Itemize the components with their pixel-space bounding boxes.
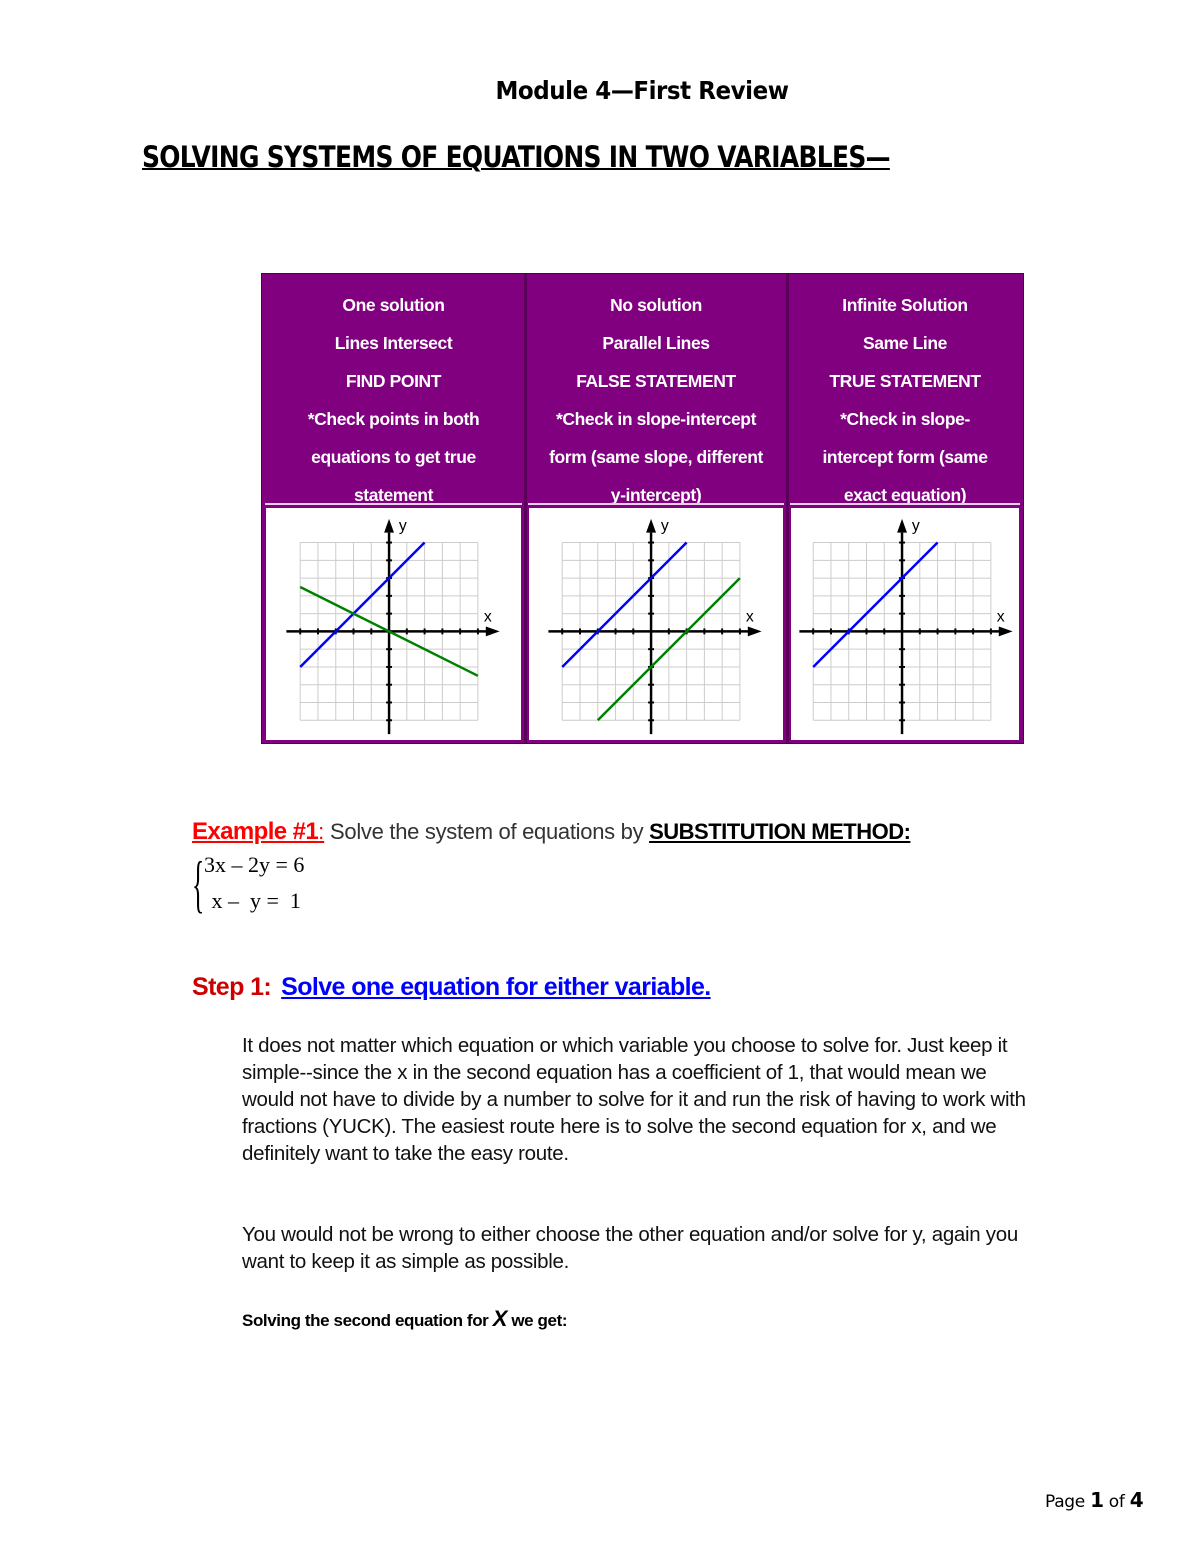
page-total: 4: [1129, 1488, 1144, 1512]
header-rule: [790, 503, 1020, 505]
paragraph-2: You would not be wrong to either choose …: [242, 1223, 1018, 1273]
x-axis-arrow: [998, 626, 1013, 637]
solving-after: we get:: [507, 1311, 568, 1330]
case-line: *Check in slope-intercept: [555, 409, 757, 429]
case-line: TRUE STATEMENT: [829, 371, 981, 391]
case-line: *Check in slope-: [840, 409, 970, 429]
cases-table: One solution Lines Intersect FIND POINT …: [261, 273, 1024, 744]
case-line: *Check points in both: [307, 409, 480, 429]
equation-1: 3x – 2y = 6: [204, 852, 305, 877]
paragraph-1: It does not matter which equation or whi…: [242, 1034, 1026, 1165]
of-word: of: [1103, 1492, 1130, 1512]
example-heading: Example #1: Solve the system of equation…: [192, 818, 911, 846]
case-line: No solution: [610, 295, 702, 315]
case-line: Parallel Lines: [602, 333, 710, 353]
case-line: Same Line: [863, 333, 947, 353]
blue-line: [299, 541, 426, 668]
x-axis-label: x: [746, 609, 754, 626]
case-line: Lines Intersect: [334, 333, 453, 353]
case-column-no-solution: No solution Parallel Lines FALSE STATEME…: [525, 274, 787, 743]
case-column-infinite-solution: Infinite Solution Same Line TRUE STATEME…: [787, 274, 1023, 743]
equation-2: x – y = 1: [206, 888, 301, 913]
header-rule: [528, 503, 784, 505]
case-header: One solution Lines Intersect FIND POINT …: [262, 274, 525, 505]
method-name: SUBSTITUTION METHOD:: [649, 819, 911, 844]
left-brace: {: [192, 848, 205, 919]
y-axis-arrow: [646, 518, 656, 533]
graph-infinite-solution: xy: [791, 508, 1019, 740]
y-axis-label: y: [399, 518, 407, 535]
step-text: Solve one equation for either variable.: [281, 973, 711, 1001]
case-column-one-solution: One solution Lines Intersect FIND POINT …: [262, 274, 525, 743]
y-axis-label: y: [912, 518, 920, 535]
example-text: Solve the system of equations by: [324, 819, 650, 844]
case-line: equations to get true: [311, 447, 476, 467]
page-current: 1: [1090, 1488, 1104, 1512]
page-word: Page: [1045, 1492, 1091, 1512]
y-axis-label: y: [661, 518, 669, 535]
x-axis-arrow: [747, 626, 762, 637]
case-line: FIND POINT: [345, 371, 442, 391]
y-axis-arrow: [897, 518, 907, 533]
solving-before: Solving the second equation for: [242, 1311, 493, 1330]
solving-line: Solving the second equation for X we get…: [242, 1306, 567, 1332]
case-line: Infinite Solution: [842, 295, 968, 315]
graph-svg: xy: [799, 518, 1013, 735]
solving-variable: X: [492, 1306, 508, 1331]
case-line: intercept form (same: [822, 447, 988, 467]
module-title: Module 4—First Review: [495, 76, 789, 105]
case-line: One solution: [342, 295, 445, 315]
graph-svg: xy: [548, 518, 762, 735]
case-line: FALSE STATEMENT: [576, 371, 736, 391]
step-1-heading: Step 1: Solve one equation for either var…: [192, 973, 711, 1002]
y-axis-arrow: [384, 518, 394, 533]
graph-one-solution: xy: [266, 508, 521, 740]
x-axis-label: x: [484, 609, 492, 626]
example-label: Example #1: [192, 818, 319, 845]
graph-no-solution: xy: [529, 508, 783, 740]
page-number: Page 1 of 4: [1045, 1488, 1144, 1512]
x-axis-label: x: [997, 609, 1005, 626]
header-rule: [265, 503, 522, 505]
main-heading: SOLVING SYSTEMS OF EQUATIONS IN TWO VARI…: [142, 140, 891, 174]
step-label: Step 1:: [192, 973, 272, 1001]
x-axis-arrow: [485, 626, 500, 637]
blue-line: [561, 541, 688, 668]
case-header: Infinite Solution Same Line TRUE STATEME…: [787, 274, 1023, 505]
graph-svg: xy: [286, 518, 500, 735]
case-header: No solution Parallel Lines FALSE STATEME…: [525, 274, 787, 505]
blue-line: [812, 541, 939, 668]
case-line: form (same slope, different: [549, 447, 763, 467]
